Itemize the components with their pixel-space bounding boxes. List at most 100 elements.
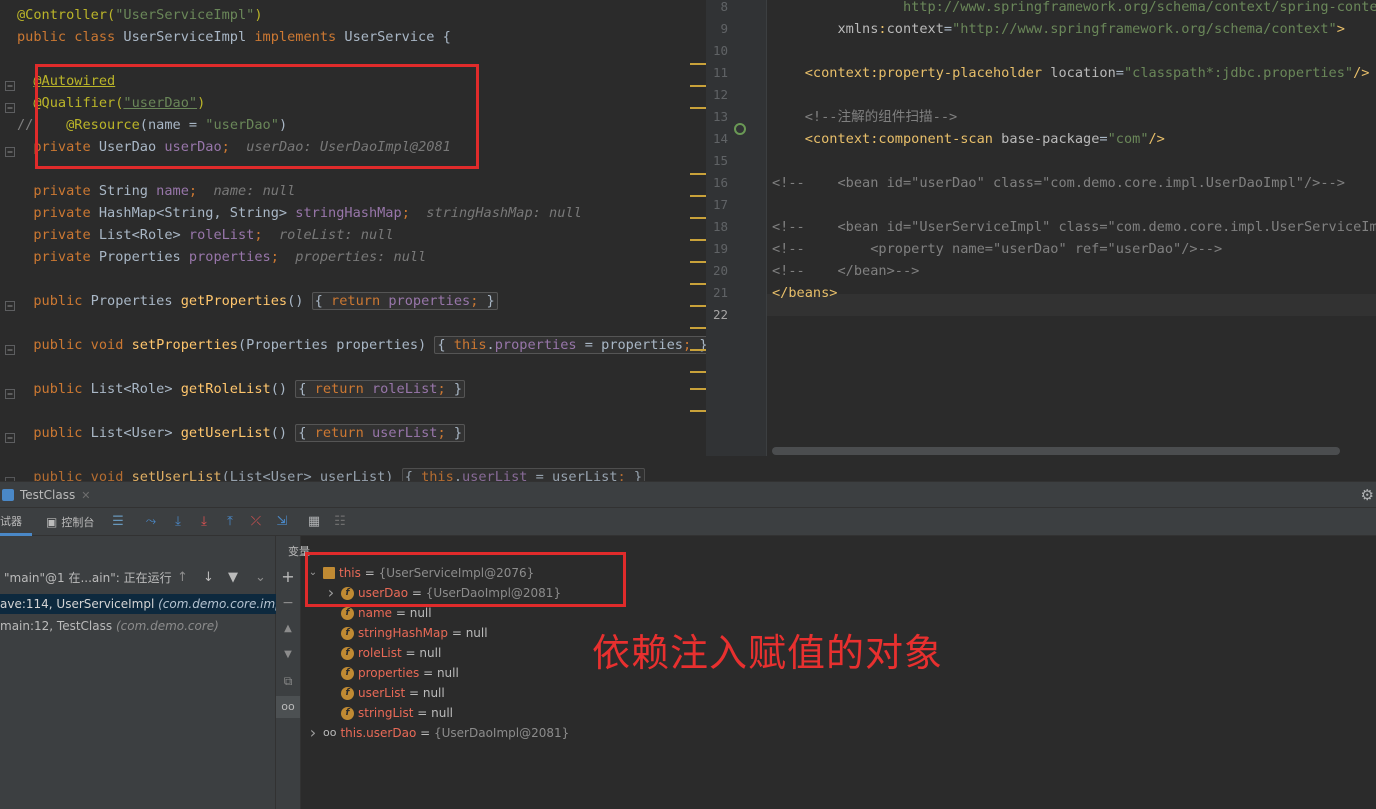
tab-debugger[interactable]: 试器 [0, 508, 32, 536]
move-down-icon[interactable]: ▼ [276, 644, 300, 666]
line-number: 16 [712, 175, 728, 190]
line-number: 14 [712, 131, 728, 146]
trace-icon[interactable]: ☷ [332, 514, 348, 530]
code-line[interactable]: <context:component-scan base-package="co… [772, 128, 1165, 150]
line-number: 20 [712, 263, 728, 278]
move-up-icon[interactable]: ▲ [276, 618, 300, 640]
field-icon: f [341, 626, 354, 640]
variable-row[interactable]: f roleList = null [325, 643, 441, 663]
chevron-right-icon[interactable]: › [307, 723, 319, 743]
change-marker [690, 327, 706, 329]
frame-row[interactable]: main:12, TestClass (com.demo.core) [0, 616, 276, 636]
arrow-up-icon[interactable]: ↑ [177, 566, 188, 590]
variable-value: null [465, 626, 488, 640]
change-marker [690, 217, 706, 219]
line-number: 13 [712, 109, 728, 124]
change-marker [690, 349, 706, 351]
horizontal-scrollbar[interactable] [772, 447, 1340, 455]
code-line[interactable]: <context:property-placeholder location="… [772, 62, 1370, 84]
fold-icon[interactable] [5, 472, 15, 481]
debug-toolbar: 试器 ▣ 控制台 ☰ ⤳ ⤓ ⤓ ⤒ ⤫ ⇲ ▦ ☷ [0, 508, 1376, 536]
variable-value: null [419, 646, 442, 660]
frames-panel: "main"@1 在...ain": 正在运行 ↑ ↓ ▼ ⌄ ave:114,… [0, 536, 276, 809]
debug-session-tab[interactable]: TestClass ✕ [0, 482, 98, 508]
line-number: 11 [712, 65, 728, 80]
thread-selector[interactable]: "main"@1 在...ain": 正在运行 ↑ ↓ ▼ ⌄ [0, 566, 276, 590]
step-out-icon[interactable]: ⤒ [222, 514, 238, 530]
line-number: 12 [712, 87, 728, 102]
tab-console[interactable]: ▣ 控制台 [46, 508, 94, 536]
variable-row[interactable]: f userList = null [325, 683, 445, 703]
field-icon: f [341, 686, 354, 700]
field-icon: f [341, 666, 354, 680]
fold-icon[interactable] [5, 384, 15, 399]
current-line-highlight [767, 294, 1376, 316]
filter-icon[interactable]: ▼ [228, 566, 238, 590]
variable-row[interactable]: f stringHashMap = null [325, 623, 488, 643]
code-line[interactable]: <!-- <bean id="userDao" class="com.demo.… [772, 172, 1345, 194]
code-line[interactable]: </beans> [772, 282, 837, 304]
change-marker [690, 261, 706, 263]
watch-icon: oo [323, 726, 337, 739]
chevron-down-icon[interactable]: ⌄ [255, 566, 266, 590]
fold-icon[interactable] [5, 340, 15, 355]
spring-bean-icon[interactable] [734, 123, 746, 135]
line-number: 21 [712, 285, 728, 300]
line-number: 17 [712, 197, 728, 212]
watches-toggle-icon[interactable]: oo [276, 696, 300, 718]
change-marker [690, 63, 706, 65]
code-line[interactable]: <!-- </bean>--> [772, 260, 919, 282]
change-marker [690, 107, 706, 109]
tab-console-label: 控制台 [61, 516, 95, 529]
fold-icon[interactable] [5, 98, 15, 113]
xml-editor[interactable]: 8 9 10 11 12 13 14 15 16 17 18 19 20 21 22 http://www.… [706, 0, 1376, 456]
debug-session-title: TestClass [20, 488, 76, 502]
remove-watch-icon[interactable]: − [276, 592, 300, 614]
field-icon: f [341, 606, 354, 620]
copy-icon[interactable]: ⧉ [276, 670, 300, 692]
fold-icon[interactable] [5, 428, 15, 443]
step-over-icon[interactable]: ⤓ [170, 514, 186, 530]
console-icon: ▣ [46, 515, 58, 529]
step-into-icon[interactable]: ⤓ [196, 514, 212, 530]
variable-value: null [409, 606, 432, 620]
highlight-box-variables [305, 552, 626, 607]
variable-value: null [422, 686, 445, 700]
debug-tool-window-header: TestClass ✕ ⚙ [0, 481, 1376, 508]
code-line[interactable]: <!-- <bean id="UserServiceImpl" class="c… [772, 216, 1376, 238]
fold-icon[interactable] [5, 142, 15, 157]
line-number: 15 [712, 153, 728, 168]
line-number: 10 [712, 43, 728, 58]
run-to-cursor-icon[interactable]: ⇲ [274, 514, 290, 530]
evaluate-expression-icon[interactable]: ▦ [306, 514, 322, 530]
code-line[interactable]: xmlns:context="http://www.springframewor… [772, 18, 1344, 40]
variable-value: {UserDaoImpl@2081} [433, 726, 570, 740]
layout-icon[interactable]: ☰ [110, 514, 126, 530]
frame-row[interactable]: ave:114, UserServiceImpl (com.demo.core.… [0, 594, 276, 614]
drop-frame-icon[interactable]: ⤫ [248, 514, 264, 530]
close-icon[interactable]: ✕ [81, 489, 90, 502]
variable-row[interactable]: f stringList = null [325, 703, 453, 723]
add-watch-icon[interactable]: + [276, 566, 300, 588]
code-line[interactable]: <!-- <property name="userDao" ref="userD… [772, 238, 1222, 260]
change-marker [690, 173, 706, 175]
line-number: 8 [720, 0, 728, 14]
change-markers [690, 0, 706, 481]
variable-value: null [431, 706, 454, 720]
gear-icon[interactable]: ⚙ [1361, 486, 1374, 504]
code-line[interactable]: <!--注解的组件扫描--> [772, 106, 957, 128]
fold-icon[interactable] [5, 76, 15, 91]
variable-name: this.userDao [340, 726, 417, 740]
variable-name: roleList [358, 646, 402, 660]
arrow-down-icon[interactable]: ↓ [203, 566, 214, 590]
fold-icon[interactable] [5, 296, 15, 311]
tab-debugger-label: 试器 [0, 514, 22, 528]
variables-side-toolbar: + − ▲ ▼ ⧉ oo [276, 536, 301, 809]
variable-row[interactable]: f properties = null [325, 663, 459, 683]
code-line[interactable]: http://www.springframework.org/schema/co… [772, 0, 1376, 18]
variable-value: null [436, 666, 459, 680]
show-execution-point-icon[interactable]: ⤳ [143, 514, 159, 530]
field-icon: f [341, 706, 354, 720]
variable-name: stringList [358, 706, 414, 720]
watch-row[interactable]: › oo this.userDao = {UserDaoImpl@2081} [307, 723, 569, 743]
